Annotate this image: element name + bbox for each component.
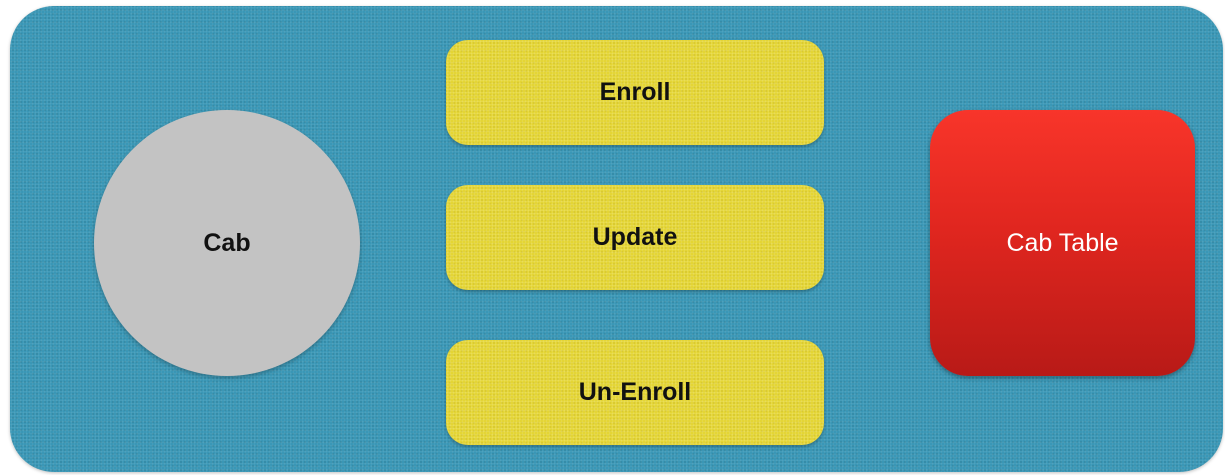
unenroll-action-label: Un-Enroll	[578, 378, 692, 406]
cab-table-label: Cab Table	[1006, 228, 1119, 257]
cab-table-node: Cab Table	[930, 110, 1195, 376]
unenroll-action-box: Un-Enroll	[446, 340, 824, 445]
cab-actor-label: Cab	[203, 228, 251, 257]
enroll-action-label: Enroll	[599, 78, 671, 106]
update-action-label: Update	[592, 223, 678, 251]
cab-actor-node: Cab	[94, 110, 360, 376]
diagram-canvas: Cab Enroll Update Un-Enroll Cab Table	[0, 0, 1225, 475]
enroll-action-box: Enroll	[446, 40, 824, 145]
update-action-box: Update	[446, 185, 824, 290]
